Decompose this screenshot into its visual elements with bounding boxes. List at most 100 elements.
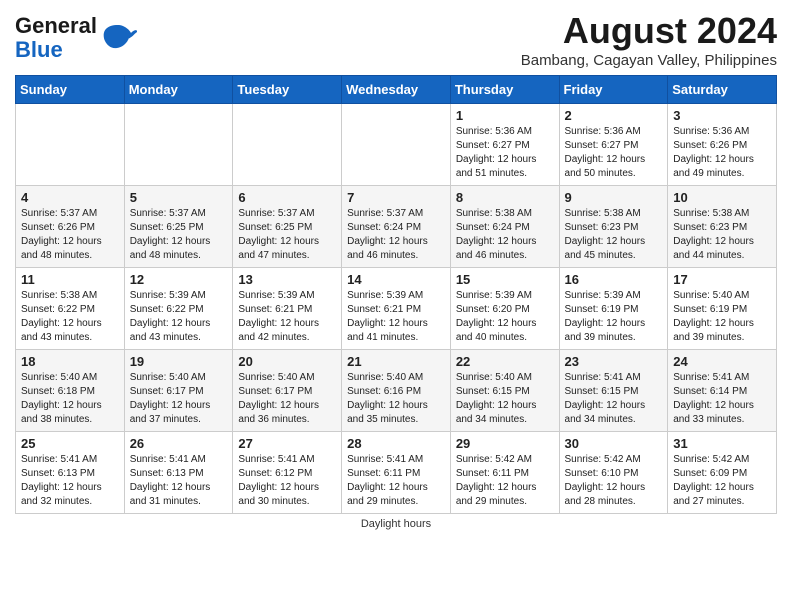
- calendar-cell: 25 Sunrise: 5:41 AM Sunset: 6:13 PM Dayli…: [16, 432, 125, 514]
- cell-content: Sunrise: 5:40 AM Sunset: 6:16 PM Dayligh…: [347, 371, 445, 427]
- calendar-cell: 26 Sunrise: 5:41 AM Sunset: 6:13 PM Dayli…: [124, 432, 233, 514]
- footer-note: Daylight hours: [15, 518, 777, 530]
- title-area: August 2024 Bambang, Cagayan Valley, Phi…: [521, 10, 777, 69]
- day-number: 23: [565, 354, 663, 369]
- cell-content: Sunrise: 5:40 AM Sunset: 6:19 PM Dayligh…: [673, 289, 771, 345]
- day-number: 3: [673, 108, 771, 123]
- calendar-cell: 8 Sunrise: 5:38 AM Sunset: 6:24 PM Daylig…: [450, 186, 559, 268]
- logo: General Blue: [15, 10, 137, 62]
- day-number: 19: [130, 354, 228, 369]
- calendar-cell: 19 Sunrise: 5:40 AM Sunset: 6:17 PM Dayli…: [124, 350, 233, 432]
- calendar-header-row: SundayMondayTuesdayWednesdayThursdayFrid…: [16, 76, 777, 104]
- week-row-3: 11Sunrise: 5:38 AM Sunset: 6:22 PM Dayli…: [16, 268, 777, 350]
- header-day-monday: Monday: [124, 76, 233, 104]
- calendar-cell: 23 Sunrise: 5:41 AM Sunset: 6:15 PM Dayli…: [559, 350, 668, 432]
- calendar-cell: 10 Sunrise: 5:38 AM Sunset: 6:23 PM Dayli…: [668, 186, 777, 268]
- calendar-cell: 6Sunrise: 5:37 AM Sunset: 6:25 PM Daylig…: [233, 186, 342, 268]
- calendar-cell: 18 Sunrise: 5:40 AM Sunset: 6:18 PM Dayli…: [16, 350, 125, 432]
- day-number: 7: [347, 190, 445, 205]
- cell-content: Sunrise: 5:39 AM Sunset: 6:21 PM Dayligh…: [238, 289, 336, 345]
- logo-general: General: [15, 14, 97, 38]
- cell-content: Sunrise: 5:37 AM Sunset: 6:26 PM Dayligh…: [21, 207, 119, 263]
- calendar-cell: 17 Sunrise: 5:40 AM Sunset: 6:19 PM Dayli…: [668, 268, 777, 350]
- calendar-cell: 28 Sunrise: 5:41 AM Sunset: 6:11 PM Dayli…: [342, 432, 451, 514]
- calendar-table: SundayMondayTuesdayWednesdayThursdayFrid…: [15, 75, 777, 514]
- cell-content: Sunrise: 5:36 AM Sunset: 6:27 PM Dayligh…: [456, 125, 554, 181]
- calendar-cell: 11Sunrise: 5:38 AM Sunset: 6:22 PM Dayli…: [16, 268, 125, 350]
- day-number: 18: [21, 354, 119, 369]
- cell-content: Sunrise: 5:40 AM Sunset: 6:17 PM Dayligh…: [130, 371, 228, 427]
- cell-content: Sunrise: 5:40 AM Sunset: 6:18 PM Dayligh…: [21, 371, 119, 427]
- day-number: 15: [456, 272, 554, 287]
- week-row-5: 25 Sunrise: 5:41 AM Sunset: 6:13 PM Dayli…: [16, 432, 777, 514]
- week-row-1: 1 Sunrise: 5:36 AM Sunset: 6:27 PM Daylig…: [16, 104, 777, 186]
- cell-content: Sunrise: 5:39 AM Sunset: 6:20 PM Dayligh…: [456, 289, 554, 345]
- cell-content: Sunrise: 5:41 AM Sunset: 6:11 PM Dayligh…: [347, 453, 445, 509]
- day-number: 25: [21, 436, 119, 451]
- calendar-cell: 14Sunrise: 5:39 AM Sunset: 6:21 PM Dayli…: [342, 268, 451, 350]
- calendar-cell: 2Sunrise: 5:36 AM Sunset: 6:27 PM Daylig…: [559, 104, 668, 186]
- calendar-cell: 30 Sunrise: 5:42 AM Sunset: 6:10 PM Dayli…: [559, 432, 668, 514]
- cell-content: Sunrise: 5:36 AM Sunset: 6:27 PM Dayligh…: [565, 125, 663, 181]
- day-number: 1: [456, 108, 554, 123]
- calendar-cell: 15 Sunrise: 5:39 AM Sunset: 6:20 PM Dayli…: [450, 268, 559, 350]
- cell-content: Sunrise: 5:41 AM Sunset: 6:13 PM Dayligh…: [21, 453, 119, 509]
- logo-blue: Blue: [15, 38, 97, 62]
- day-number: 17: [673, 272, 771, 287]
- cell-content: Sunrise: 5:38 AM Sunset: 6:23 PM Dayligh…: [673, 207, 771, 263]
- day-number: 28: [347, 436, 445, 451]
- calendar-cell: 27Sunrise: 5:41 AM Sunset: 6:12 PM Dayli…: [233, 432, 342, 514]
- day-number: 8: [456, 190, 554, 205]
- day-number: 5: [130, 190, 228, 205]
- day-number: 26: [130, 436, 228, 451]
- header: General Blue August 2024 Bambang, Cagaya…: [15, 10, 777, 69]
- calendar-cell: 5 Sunrise: 5:37 AM Sunset: 6:25 PM Daylig…: [124, 186, 233, 268]
- header-day-wednesday: Wednesday: [342, 76, 451, 104]
- calendar-cell: 21 Sunrise: 5:40 AM Sunset: 6:16 PM Dayli…: [342, 350, 451, 432]
- calendar-cell: 20Sunrise: 5:40 AM Sunset: 6:17 PM Dayli…: [233, 350, 342, 432]
- calendar-cell: 22Sunrise: 5:40 AM Sunset: 6:15 PM Dayli…: [450, 350, 559, 432]
- day-number: 24: [673, 354, 771, 369]
- calendar-cell: 1 Sunrise: 5:36 AM Sunset: 6:27 PM Daylig…: [450, 104, 559, 186]
- calendar-cell: [124, 104, 233, 186]
- day-number: 30: [565, 436, 663, 451]
- calendar-cell: 9 Sunrise: 5:38 AM Sunset: 6:23 PM Daylig…: [559, 186, 668, 268]
- cell-content: Sunrise: 5:38 AM Sunset: 6:23 PM Dayligh…: [565, 207, 663, 263]
- day-number: 10: [673, 190, 771, 205]
- week-row-4: 18 Sunrise: 5:40 AM Sunset: 6:18 PM Dayli…: [16, 350, 777, 432]
- calendar-cell: [342, 104, 451, 186]
- cell-content: Sunrise: 5:39 AM Sunset: 6:19 PM Dayligh…: [565, 289, 663, 345]
- cell-content: Sunrise: 5:37 AM Sunset: 6:25 PM Dayligh…: [130, 207, 228, 263]
- calendar-cell: 13 Sunrise: 5:39 AM Sunset: 6:21 PM Dayli…: [233, 268, 342, 350]
- day-number: 13: [238, 272, 336, 287]
- header-day-friday: Friday: [559, 76, 668, 104]
- header-day-saturday: Saturday: [668, 76, 777, 104]
- calendar-body: 1 Sunrise: 5:36 AM Sunset: 6:27 PM Daylig…: [16, 104, 777, 514]
- cell-content: Sunrise: 5:41 AM Sunset: 6:13 PM Dayligh…: [130, 453, 228, 509]
- cell-content: Sunrise: 5:37 AM Sunset: 6:24 PM Dayligh…: [347, 207, 445, 263]
- cell-content: Sunrise: 5:38 AM Sunset: 6:24 PM Dayligh…: [456, 207, 554, 263]
- calendar-cell: 31Sunrise: 5:42 AM Sunset: 6:09 PM Dayli…: [668, 432, 777, 514]
- day-number: 22: [456, 354, 554, 369]
- cell-content: Sunrise: 5:41 AM Sunset: 6:15 PM Dayligh…: [565, 371, 663, 427]
- cell-content: Sunrise: 5:36 AM Sunset: 6:26 PM Dayligh…: [673, 125, 771, 181]
- cell-content: Sunrise: 5:42 AM Sunset: 6:10 PM Dayligh…: [565, 453, 663, 509]
- header-day-thursday: Thursday: [450, 76, 559, 104]
- header-day-tuesday: Tuesday: [233, 76, 342, 104]
- cell-content: Sunrise: 5:42 AM Sunset: 6:09 PM Dayligh…: [673, 453, 771, 509]
- day-number: 4: [21, 190, 119, 205]
- day-number: 21: [347, 354, 445, 369]
- cell-content: Sunrise: 5:41 AM Sunset: 6:12 PM Dayligh…: [238, 453, 336, 509]
- location-subtitle: Bambang, Cagayan Valley, Philippines: [521, 52, 777, 69]
- cell-content: Sunrise: 5:37 AM Sunset: 6:25 PM Dayligh…: [238, 207, 336, 263]
- day-number: 9: [565, 190, 663, 205]
- calendar-cell: 29Sunrise: 5:42 AM Sunset: 6:11 PM Dayli…: [450, 432, 559, 514]
- calendar-cell: 3 Sunrise: 5:36 AM Sunset: 6:26 PM Daylig…: [668, 104, 777, 186]
- day-number: 11: [21, 272, 119, 287]
- calendar-cell: 16 Sunrise: 5:39 AM Sunset: 6:19 PM Dayli…: [559, 268, 668, 350]
- logo-bird-icon: [101, 23, 137, 53]
- day-number: 16: [565, 272, 663, 287]
- cell-content: Sunrise: 5:41 AM Sunset: 6:14 PM Dayligh…: [673, 371, 771, 427]
- week-row-2: 4 Sunrise: 5:37 AM Sunset: 6:26 PM Daylig…: [16, 186, 777, 268]
- header-day-sunday: Sunday: [16, 76, 125, 104]
